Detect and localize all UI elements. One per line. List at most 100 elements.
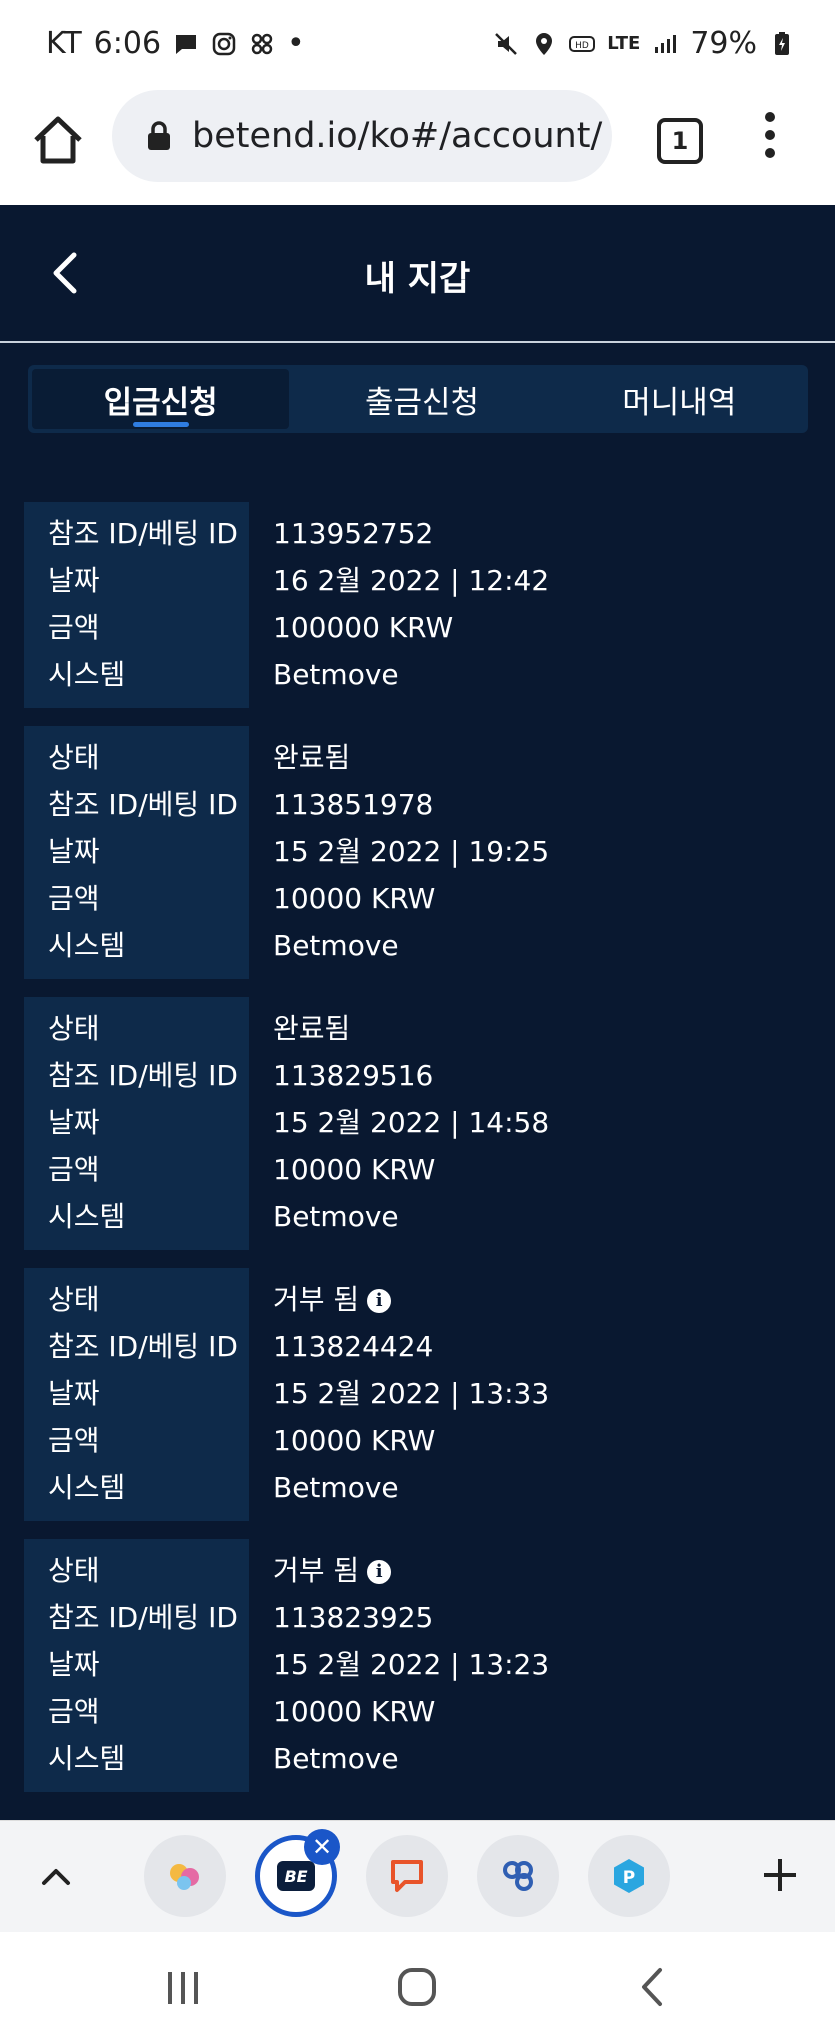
value-system: Betmove (273, 929, 399, 962)
status-bar: KT 6:06 • HD LTE 79% (0, 0, 835, 90)
game-app-icon (170, 1864, 199, 1890)
tab-switcher-button[interactable]: 1 (657, 118, 703, 164)
transaction-record: 참조 ID/베팅 ID 날짜 금액 시스템 113952752 16 2월 20… (0, 502, 835, 708)
battery-charging-icon (775, 31, 789, 55)
label-status: 상태 (48, 1283, 100, 1316)
lock-icon (148, 121, 170, 150)
label-reference-id: 참조 ID/베팅 ID (48, 517, 238, 550)
tab-thumb-chat[interactable] (366, 1835, 448, 1917)
label-date: 날짜 (48, 835, 100, 868)
value-status: 완료됨 (273, 1012, 351, 1045)
info-icon[interactable]: i (367, 1560, 392, 1584)
value-status: 완료됨 (273, 741, 351, 774)
label-reference-id: 참조 ID/베팅 ID (48, 1059, 238, 1092)
label-reference-id: 참조 ID/베팅 ID (48, 1601, 238, 1634)
carrier-label: KT (46, 26, 82, 61)
close-tab-icon[interactable]: ✕ (304, 1829, 340, 1865)
label-amount: 금액 (48, 882, 100, 915)
instagram-icon (212, 32, 236, 55)
home-icon[interactable] (30, 112, 86, 168)
info-icon[interactable]: i (367, 1289, 392, 1313)
battery-percent: 79% (690, 26, 757, 61)
record-labels: 상태 참조 ID/베팅 ID 날짜 금액 시스템 (24, 1268, 249, 1521)
tab-thumb-link[interactable] (477, 1835, 559, 1917)
clock: 6:06 (93, 26, 162, 61)
label-date: 날짜 (48, 1648, 100, 1681)
value-date: 15 2월 2022 | 19:25 (273, 835, 550, 868)
value-amount: 10000 KRW (273, 1695, 436, 1728)
tab-thumb-p[interactable]: P (588, 1835, 670, 1917)
record-values: 113952752 16 2월 2022 | 12:42 100000 KRW … (249, 502, 549, 708)
value-reference-id: 113952752 (273, 517, 434, 550)
new-tab-plus-icon[interactable] (758, 1853, 802, 1897)
label-reference-id: 참조 ID/베팅 ID (48, 1330, 238, 1363)
value-amount: 10000 KRW (273, 1424, 436, 1457)
label-date: 날짜 (48, 564, 100, 597)
value-date: 16 2월 2022 | 12:42 (273, 564, 550, 597)
value-reference-id: 113823925 (273, 1601, 434, 1634)
record-labels: 참조 ID/베팅 ID 날짜 금액 시스템 (24, 502, 249, 708)
value-date: 15 2월 2022 | 13:33 (273, 1377, 550, 1410)
value-status-row: 거부 됨 i (273, 1276, 549, 1323)
tab-deposit-request[interactable]: 입금신청 (32, 369, 290, 429)
value-amount: 100000 KRW (273, 611, 454, 644)
value-amount: 10000 KRW (273, 882, 436, 915)
transaction-record: 상태 참조 ID/베팅 ID 날짜 금액 시스템 완료됨 113829516 1… (0, 997, 835, 1250)
svg-text:BE: BE (284, 1867, 307, 1886)
record-labels: 상태 참조 ID/베팅 ID 날짜 금액 시스템 (24, 1539, 249, 1792)
svg-text:HD: HD (575, 41, 589, 51)
label-status: 상태 (48, 741, 100, 774)
transaction-record: 상태 참조 ID/베팅 ID 날짜 금액 시스템 거부 됨 i 113824424… (0, 1268, 835, 1521)
label-system: 시스템 (48, 1742, 126, 1775)
location-icon (536, 32, 553, 55)
label-amount: 금액 (48, 1424, 100, 1457)
signal-icon (655, 34, 677, 53)
back-nav-icon[interactable] (636, 1966, 668, 2008)
label-amount: 금액 (48, 1695, 100, 1728)
label-system: 시스템 (48, 658, 126, 691)
value-date: 15 2월 2022 | 13:23 (273, 1648, 550, 1681)
record-labels: 상태 참조 ID/베팅 ID 날짜 금액 시스템 (24, 997, 249, 1250)
wallet-tabs: 입금신청 출금신청 머니내역 (28, 365, 808, 433)
record-values: 완료됨 113829516 15 2월 2022 | 14:58 10000 K… (249, 997, 549, 1250)
network-type: LTE (607, 33, 641, 54)
transaction-list[interactable]: 참조 ID/베팅 ID 날짜 금액 시스템 113952752 16 2월 20… (0, 502, 835, 1798)
value-amount: 10000 KRW (273, 1153, 436, 1186)
value-reference-id: 113851978 (273, 788, 434, 821)
transaction-record: 상태 참조 ID/베팅 ID 날짜 금액 시스템 거부 됨 i 113823925… (0, 1539, 835, 1792)
url-text[interactable]: betend.io/ko#/account/ (192, 116, 602, 156)
address-bar[interactable]: betend.io/ko#/account/ (112, 90, 612, 182)
label-status: 상태 (48, 1554, 100, 1587)
value-status: 거부 됨 (273, 1283, 360, 1316)
message-icon (176, 34, 197, 54)
label-system: 시스템 (48, 1471, 126, 1504)
home-nav-icon[interactable] (396, 1966, 438, 2008)
p-app-icon: P (614, 1859, 644, 1893)
chevron-up-icon[interactable] (36, 1857, 76, 1897)
recent-apps-icon[interactable] (164, 1968, 202, 2008)
tab-money-history[interactable]: 머니내역 (551, 365, 808, 433)
overflow-menu-icon[interactable] (760, 112, 780, 166)
tab-withdraw-request[interactable]: 출금신청 (293, 365, 550, 433)
value-status: 거부 됨 (273, 1554, 360, 1587)
link-app-icon (503, 1861, 533, 1891)
record-labels: 상태 참조 ID/베팅 ID 날짜 금액 시스템 (24, 726, 249, 979)
value-system: Betmove (273, 658, 399, 691)
label-system: 시스템 (48, 1200, 126, 1233)
label-date: 날짜 (48, 1106, 100, 1139)
value-system: Betmove (273, 1742, 399, 1775)
browser-toolbar: betend.io/ko#/account/ 1 (0, 90, 835, 206)
label-reference-id: 참조 ID/베팅 ID (48, 788, 238, 821)
browser-tab-strip: BE ✕ P (0, 1820, 835, 1933)
more-notifications-dot: • (287, 26, 305, 61)
app-notification-icon (251, 33, 273, 54)
value-reference-id: 113829516 (273, 1059, 434, 1092)
tab-thumb-game[interactable] (144, 1835, 226, 1917)
svg-text:P: P (623, 1868, 635, 1888)
mute-icon (495, 32, 518, 55)
value-system: Betmove (273, 1471, 399, 1504)
label-system: 시스템 (48, 929, 126, 962)
hd-voice-icon: HD (569, 35, 596, 52)
value-reference-id: 113824424 (273, 1330, 434, 1363)
label-amount: 금액 (48, 1153, 100, 1186)
